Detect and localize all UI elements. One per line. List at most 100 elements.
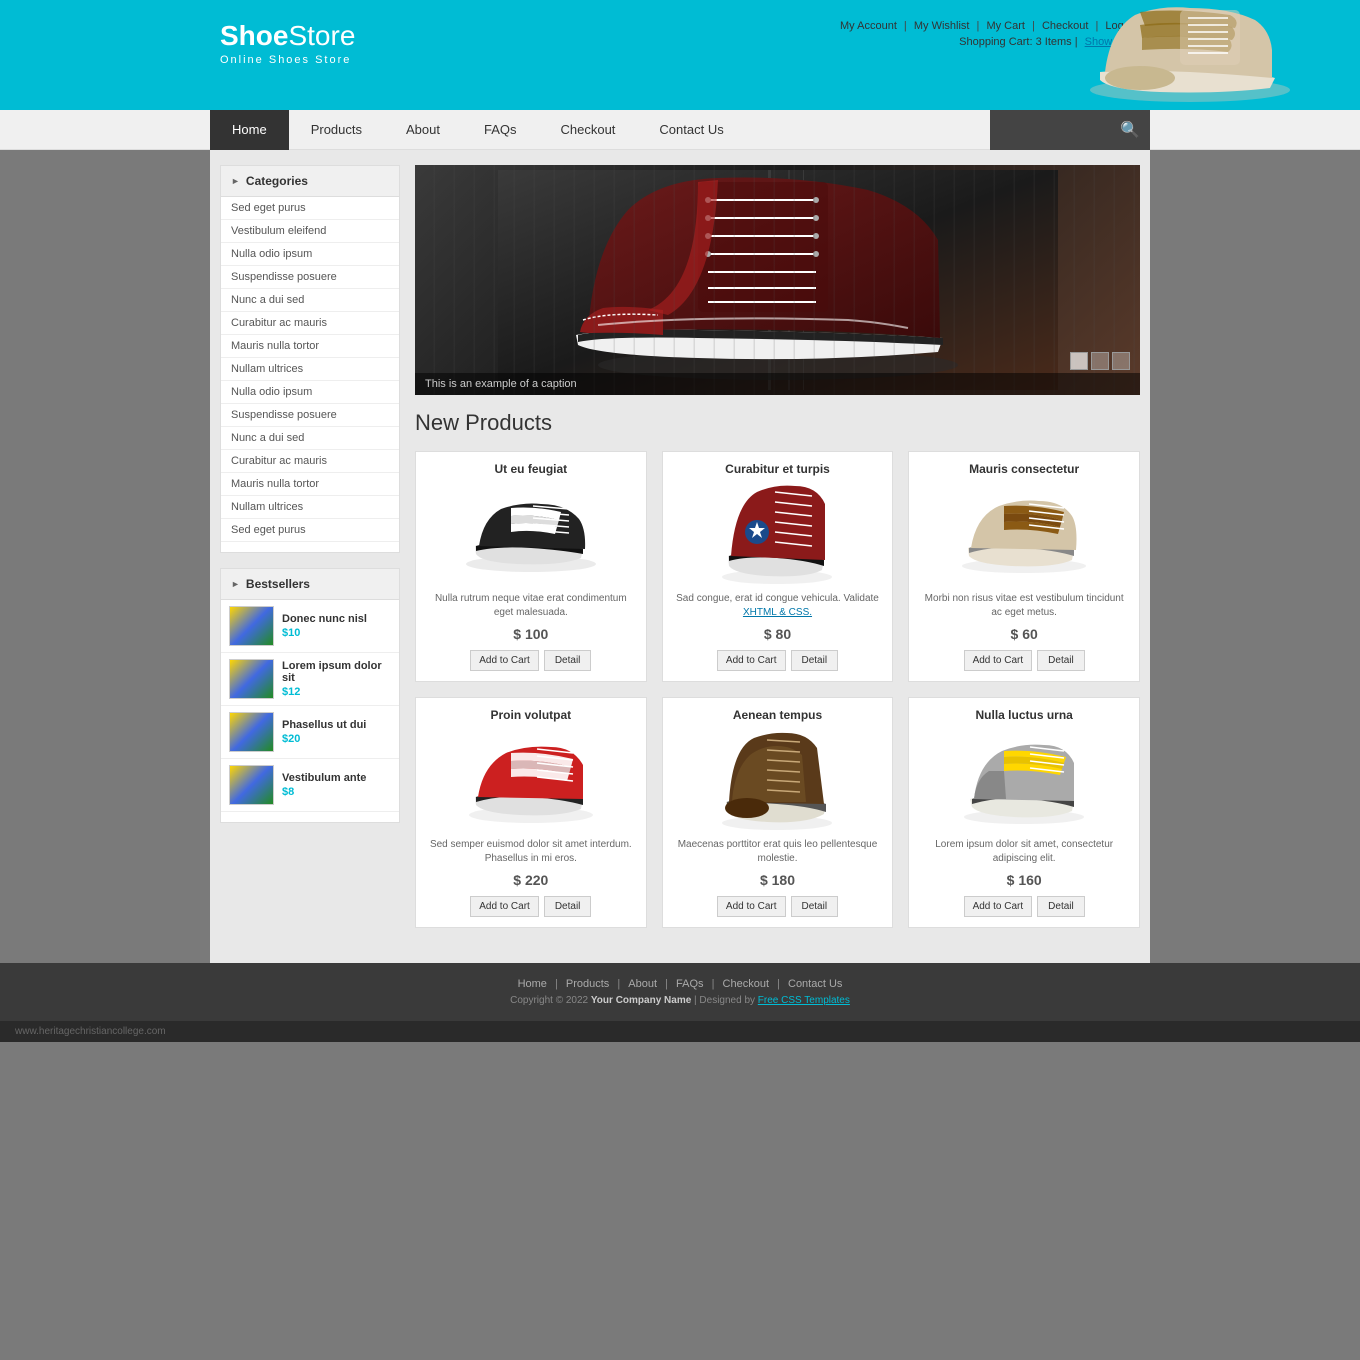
footer-checkout[interactable]: Checkout bbox=[723, 978, 769, 990]
nav-bar: Home Products About FAQs Checkout Contac… bbox=[0, 110, 1360, 150]
list-item[interactable]: Curabitur ac mauris bbox=[221, 312, 399, 335]
company-name: Your Company Name bbox=[591, 995, 691, 1006]
bestsellers-title: ► Bestsellers bbox=[221, 569, 399, 600]
list-item[interactable]: Nunc a dui sed bbox=[221, 289, 399, 312]
main-area: This is an example of a caption New Prod… bbox=[415, 165, 1150, 948]
add-to-cart-3[interactable]: Add to Cart bbox=[964, 650, 1033, 671]
bestseller-name-3[interactable]: Phasellus ut dui bbox=[282, 719, 366, 731]
nav-home[interactable]: Home bbox=[210, 110, 289, 150]
list-item[interactable]: Nunc a dui sed bbox=[221, 427, 399, 450]
add-to-cart-6[interactable]: Add to Cart bbox=[964, 896, 1033, 917]
categories-triangle: ► bbox=[231, 176, 240, 186]
product-name-6: Nulla luctus urna bbox=[919, 708, 1129, 722]
designer-link[interactable]: Free CSS Templates bbox=[758, 995, 850, 1006]
list-item[interactable]: Sed eget purus bbox=[221, 519, 399, 542]
slideshow-dots bbox=[1070, 352, 1130, 370]
list-item[interactable]: Suspendisse posuere bbox=[221, 266, 399, 289]
add-to-cart-1[interactable]: Add to Cart bbox=[470, 650, 539, 671]
my-wishlist-link[interactable]: My Wishlist bbox=[914, 20, 970, 32]
logo-subtitle: Online Shoes Store bbox=[220, 54, 355, 66]
xhtml-link[interactable]: XHTML & CSS. bbox=[743, 607, 812, 618]
detail-2[interactable]: Detail bbox=[791, 650, 839, 671]
product-card-3: Mauris consectetur bbox=[908, 451, 1140, 682]
product-actions-6: Add to Cart Detail bbox=[919, 896, 1129, 917]
footer-contact[interactable]: Contact Us bbox=[788, 978, 842, 990]
bestseller-info-3: Phasellus ut dui $20 bbox=[282, 719, 366, 745]
bestseller-price-4: $8 bbox=[282, 786, 366, 798]
nav-checkout[interactable]: Checkout bbox=[539, 110, 638, 150]
footer-faqs[interactable]: FAQs bbox=[676, 978, 704, 990]
product-name-1: Ut eu feugiat bbox=[426, 462, 636, 476]
add-to-cart-4[interactable]: Add to Cart bbox=[470, 896, 539, 917]
nav-bar-inner: Home Products About FAQs Checkout Contac… bbox=[210, 110, 1150, 150]
bestseller-price-1: $10 bbox=[282, 627, 367, 639]
list-item[interactable]: Nulla odio ipsum bbox=[221, 381, 399, 404]
nav-contact[interactable]: Contact Us bbox=[637, 110, 745, 150]
product-img-1 bbox=[426, 484, 636, 584]
product-desc-4: Sed semper euismod dolor sit amet interd… bbox=[426, 838, 636, 866]
nav-faqs[interactable]: FAQs bbox=[462, 110, 539, 150]
section-title: New Products bbox=[415, 410, 1140, 436]
my-cart-link[interactable]: My Cart bbox=[986, 20, 1025, 32]
list-item[interactable]: Mauris nulla tortor bbox=[221, 473, 399, 496]
bestseller-info-2: Lorem ipsum dolor sit $12 bbox=[282, 660, 391, 698]
product-actions-5: Add to Cart Detail bbox=[673, 896, 883, 917]
list-item[interactable]: Nulla odio ipsum bbox=[221, 243, 399, 266]
footer-home[interactable]: Home bbox=[518, 978, 547, 990]
top-header: ShoeStore Online Shoes Store My Account … bbox=[0, 0, 1360, 110]
product-name-2: Curabitur et turpis bbox=[673, 462, 883, 476]
product-img-5 bbox=[673, 730, 883, 830]
site-url: www.heritagechristiancollege.com bbox=[15, 1026, 166, 1037]
slide-dot-3[interactable] bbox=[1112, 352, 1130, 370]
my-account-link[interactable]: My Account bbox=[840, 20, 897, 32]
hero-shoe bbox=[1080, 0, 1300, 110]
product-desc-3: Morbi non risus vitae est vestibulum tin… bbox=[919, 592, 1129, 620]
bestseller-item: Donec nunc nisl $10 bbox=[221, 600, 399, 653]
slide-dot-1[interactable] bbox=[1070, 352, 1088, 370]
bestseller-name-4[interactable]: Vestibulum ante bbox=[282, 772, 366, 784]
footer-about[interactable]: About bbox=[628, 978, 657, 990]
logo-title: ShoeStore bbox=[220, 20, 355, 52]
product-actions-1: Add to Cart Detail bbox=[426, 650, 636, 671]
product-price-4: $ 220 bbox=[426, 872, 636, 888]
product-price-5: $ 180 bbox=[673, 872, 883, 888]
footer: Home | Products | About | FAQs | Checkou… bbox=[0, 963, 1360, 1021]
list-item[interactable]: Nullam ultrices bbox=[221, 358, 399, 381]
product-price-1: $ 100 bbox=[426, 626, 636, 642]
bestseller-thumb-1 bbox=[229, 606, 274, 646]
logo-bold: Shoe bbox=[220, 20, 288, 51]
bestseller-price-2: $12 bbox=[282, 686, 391, 698]
detail-1[interactable]: Detail bbox=[544, 650, 592, 671]
list-item[interactable]: Curabitur ac mauris bbox=[221, 450, 399, 473]
categories-title: ► Categories bbox=[221, 166, 399, 197]
product-name-4: Proin volutpat bbox=[426, 708, 636, 722]
add-to-cart-5[interactable]: Add to Cart bbox=[717, 896, 786, 917]
product-card-1: Ut eu feugiat bbox=[415, 451, 647, 682]
bestseller-name-2[interactable]: Lorem ipsum dolor sit bbox=[282, 660, 391, 684]
bestseller-name-1[interactable]: Donec nunc nisl bbox=[282, 613, 367, 625]
list-item[interactable]: Sed eget purus bbox=[221, 197, 399, 220]
product-desc-6: Lorem ipsum dolor sit amet, consectetur … bbox=[919, 838, 1129, 866]
slide-dot-2[interactable] bbox=[1091, 352, 1109, 370]
product-img-4 bbox=[426, 730, 636, 830]
detail-3[interactable]: Detail bbox=[1037, 650, 1085, 671]
footer-products[interactable]: Products bbox=[566, 978, 609, 990]
product-card-4: Proin volutpat bbox=[415, 697, 647, 928]
product-desc-1: Nulla rutrum neque vitae erat condimentu… bbox=[426, 592, 636, 620]
add-to-cart-2[interactable]: Add to Cart bbox=[717, 650, 786, 671]
list-item[interactable]: Nullam ultrices bbox=[221, 496, 399, 519]
list-item[interactable]: Suspendisse posuere bbox=[221, 404, 399, 427]
list-item[interactable]: Vestibulum eleifend bbox=[221, 220, 399, 243]
bestseller-info-4: Vestibulum ante $8 bbox=[282, 772, 366, 798]
detail-4[interactable]: Detail bbox=[544, 896, 592, 917]
detail-6[interactable]: Detail bbox=[1037, 896, 1085, 917]
nav-products[interactable]: Products bbox=[289, 110, 384, 150]
detail-5[interactable]: Detail bbox=[791, 896, 839, 917]
product-card-5: Aenean tempus bbox=[662, 697, 894, 928]
nav-about[interactable]: About bbox=[384, 110, 462, 150]
bottom-bar: www.heritagechristiancollege.com bbox=[0, 1021, 1360, 1042]
search-icon[interactable]: 🔍 bbox=[1120, 120, 1140, 140]
list-item[interactable]: Mauris nulla tortor bbox=[221, 335, 399, 358]
product-actions-3: Add to Cart Detail bbox=[919, 650, 1129, 671]
product-desc-5: Maecenas porttitor erat quis leo pellent… bbox=[673, 838, 883, 866]
